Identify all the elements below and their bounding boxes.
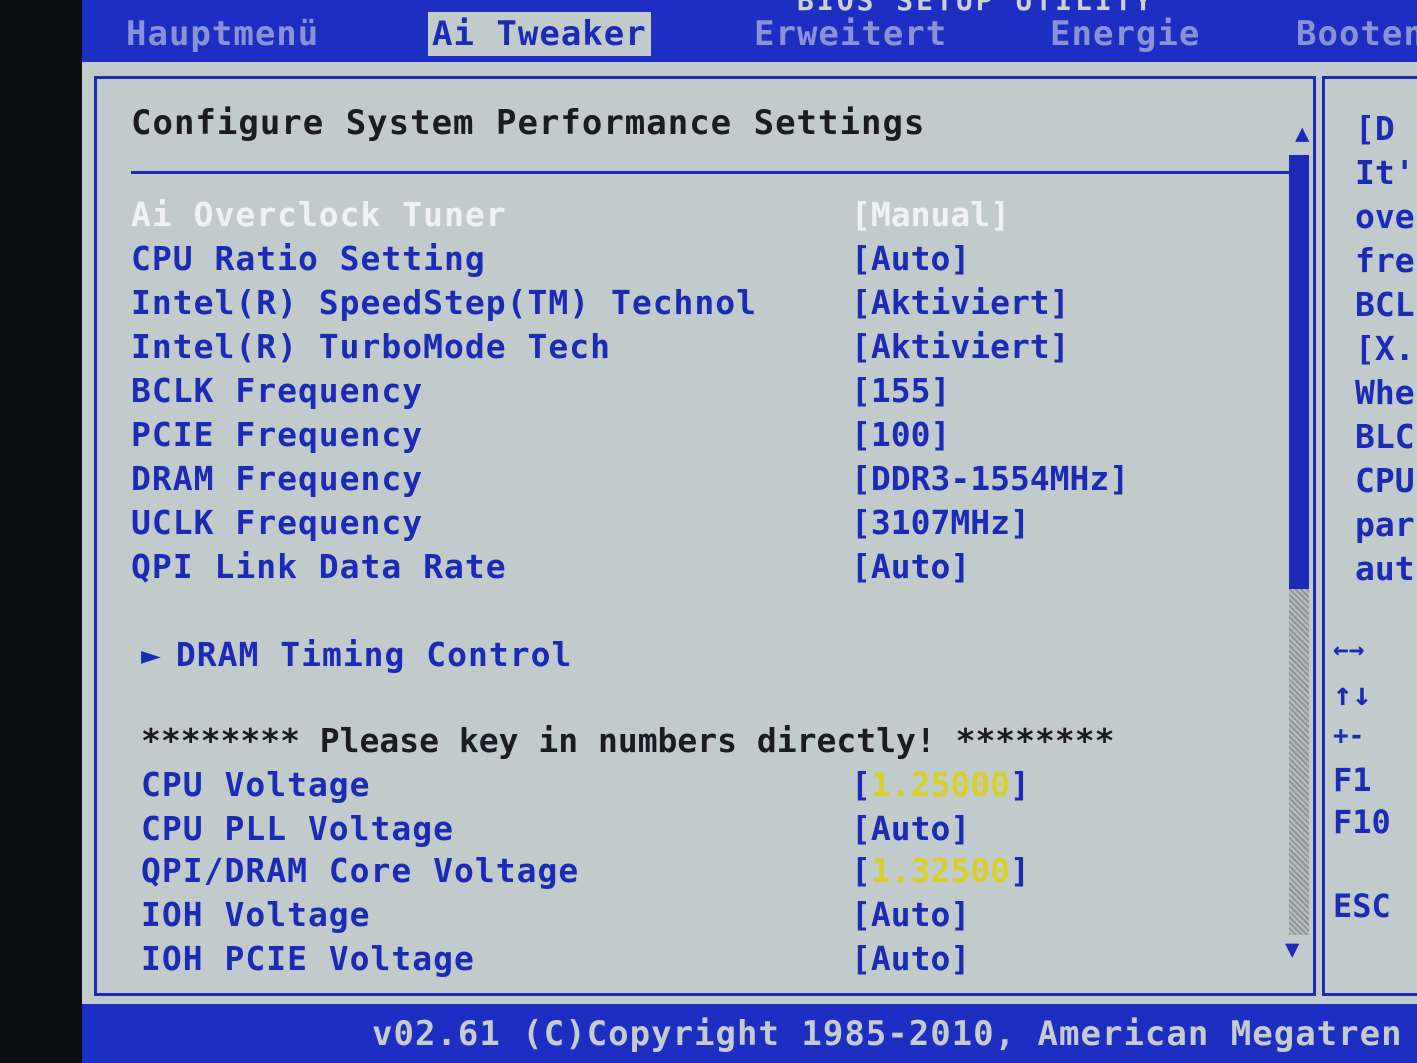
tab-power[interactable]: Energie (1050, 12, 1200, 56)
key-change-field: +- (1333, 721, 1365, 751)
setting-ai-overclock-tuner[interactable]: Ai Overclock Tuner (131, 195, 507, 234)
setting-bclk-frequency[interactable]: BCLK Frequency (131, 371, 423, 410)
scroll-up-arrow-icon[interactable]: ▲ (1295, 119, 1309, 147)
help-line: Whe (1355, 373, 1415, 412)
help-panel: [D It' ove fre BCL [X. Whe BLC CPU par a… (1322, 76, 1417, 996)
submenu-arrow-icon: ► (141, 635, 162, 674)
help-line: [D (1355, 109, 1395, 148)
value-cpu-voltage[interactable]: [1.25000] (851, 765, 1030, 804)
setting-cpu-pll-voltage[interactable]: CPU PLL Voltage (141, 809, 454, 848)
help-line: fre (1355, 241, 1415, 280)
setting-pcie-frequency[interactable]: PCIE Frequency (131, 415, 423, 454)
heading-divider (131, 171, 1295, 174)
setting-dram-frequency[interactable]: DRAM Frequency (131, 459, 423, 498)
footer-bar: v02.61 (C)Copyright 1985-2010, American … (82, 1004, 1417, 1063)
setting-cpu-voltage[interactable]: CPU Voltage (141, 765, 371, 804)
setting-ioh-pcie-voltage[interactable]: IOH PCIE Voltage (141, 939, 475, 978)
bracket-close: ] (1009, 851, 1030, 890)
help-line: ove (1355, 197, 1415, 236)
tab-boot[interactable]: Booten (1296, 12, 1417, 56)
setting-cpu-ratio[interactable]: CPU Ratio Setting (131, 239, 486, 278)
help-line: It' (1355, 153, 1415, 192)
tab-advanced[interactable]: Erweitert (754, 12, 947, 56)
value-qpi-dram-core-voltage[interactable]: [1.32500] (851, 851, 1030, 890)
value-ioh-pcie-voltage[interactable]: [Auto] (851, 939, 970, 978)
setting-speedstep[interactable]: Intel(R) SpeedStep(TM) Technol (131, 283, 757, 322)
help-line: par (1355, 505, 1415, 544)
panel-heading: Configure System Performance Settings (131, 103, 926, 143)
top-menu-bar: BIOS SETUP UTILITY Hauptmenü Ai Tweaker … (82, 0, 1417, 62)
setting-turbomode[interactable]: Intel(R) TurboMode Tech (131, 327, 611, 366)
scrollbar-thumb[interactable] (1289, 155, 1309, 589)
submenu-dram-timing-control[interactable]: ► DRAM Timing Control (141, 635, 572, 674)
tab-ai-tweaker[interactable]: Ai Tweaker (428, 12, 651, 56)
value-ai-overclock-tuner[interactable]: [Manual] (851, 195, 1010, 234)
setting-ioh-voltage[interactable]: IOH Voltage (141, 895, 371, 934)
setting-qpi-dram-core-voltage[interactable]: QPI/DRAM Core Voltage (141, 851, 579, 890)
value-turbomode[interactable]: [Aktiviert] (851, 327, 1070, 366)
key-f1-help: F1 (1333, 761, 1372, 799)
help-line: BLC (1355, 417, 1415, 456)
help-line: aut (1355, 549, 1415, 588)
value-dram-frequency[interactable]: [DDR3-1554MHz] (851, 459, 1129, 498)
value-qpi-link-data-rate[interactable]: [Auto] (851, 547, 970, 586)
tab-main[interactable]: Hauptmenü (126, 12, 319, 56)
value-ioh-voltage[interactable]: [Auto] (851, 895, 970, 934)
cpu-voltage-number: 1.25000 (870, 765, 1010, 804)
key-in-notice: ******** Please key in numbers directly!… (141, 721, 1115, 760)
value-bclk-frequency[interactable]: [155] (851, 371, 950, 410)
setting-uclk-frequency[interactable]: UCLK Frequency (131, 503, 423, 542)
bracket-open: [ (851, 851, 871, 890)
setting-qpi-link-data-rate[interactable]: QPI Link Data Rate (131, 547, 507, 586)
value-pcie-frequency[interactable]: [100] (851, 415, 950, 454)
value-cpu-ratio[interactable]: [Auto] (851, 239, 970, 278)
bracket-close: ] (1009, 765, 1030, 804)
help-line: [X. (1355, 329, 1415, 368)
bracket-open: [ (851, 765, 871, 804)
help-line: CPU (1355, 461, 1415, 500)
help-line: BCL (1355, 285, 1415, 324)
submenu-label: DRAM Timing Control (175, 635, 573, 674)
value-uclk-frequency[interactable]: [3107MHz] (851, 503, 1030, 542)
value-speedstep[interactable]: [Aktiviert] (851, 283, 1070, 322)
key-esc-exit: ESC (1333, 887, 1391, 925)
bios-screen: BIOS SETUP UTILITY Hauptmenü Ai Tweaker … (82, 0, 1417, 1063)
scroll-down-arrow-icon[interactable]: ▼ (1285, 935, 1299, 963)
value-cpu-pll-voltage[interactable]: [Auto] (851, 809, 970, 848)
copyright-text: v02.61 (C)Copyright 1985-2010, American … (372, 1014, 1403, 1054)
settings-panel: Configure System Performance Settings Ai… (94, 76, 1316, 996)
qpi-dram-voltage-number: 1.32500 (870, 851, 1010, 890)
key-select-screen: ←→ (1333, 635, 1365, 665)
key-select-item: ↑↓ (1333, 675, 1372, 713)
key-f10-save: F10 (1333, 803, 1391, 841)
